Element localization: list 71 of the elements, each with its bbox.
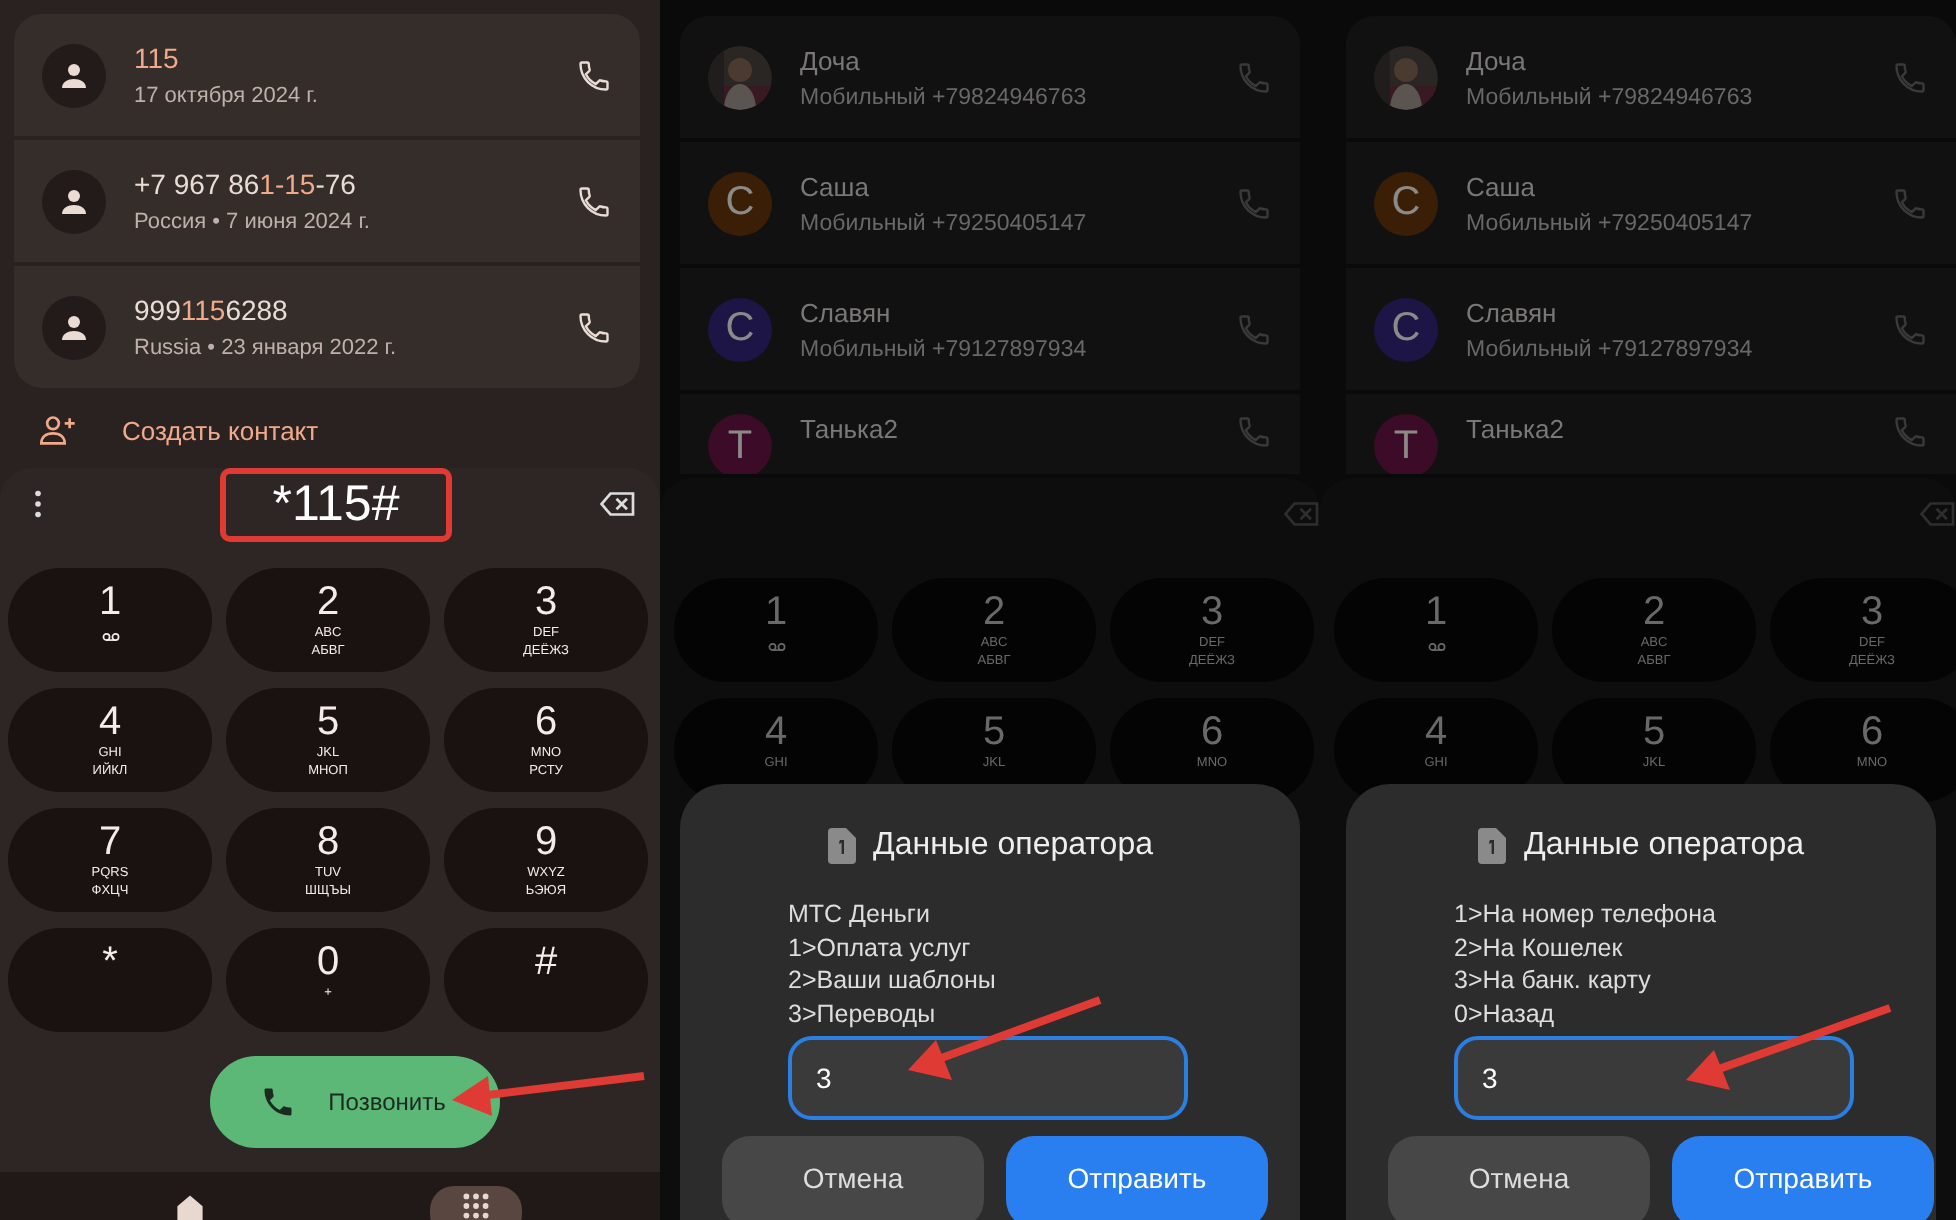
recent-call-card[interactable]: 9991156288 Russia • 23 января 2022 г. [14, 266, 640, 388]
contact-card[interactable]: Т Танька2 [680, 394, 1300, 474]
contact-number: Мобильный +79250405147 [800, 211, 1089, 235]
contact-name: Доча [1466, 45, 1528, 75]
dial-key[interactable]: * [8, 928, 212, 1032]
menu-line: 1>Оплата услуг [788, 931, 973, 965]
contact-avatar: С [1374, 297, 1438, 361]
contact-card[interactable]: Доча Мобильный +79824946763 [680, 16, 1300, 138]
recent-call-card[interactable]: +7 967 861-15-76 Россия • 7 июня 2024 г. [14, 140, 640, 262]
contact-name: Доча [800, 45, 862, 75]
menu-line: 2>На Кошелек [1454, 931, 1625, 965]
add-person-icon[interactable] [38, 410, 78, 450]
menu-line: 3>На банк. карту [1454, 964, 1653, 999]
create-contact-link[interactable]: Создать контакт [122, 415, 319, 445]
contact-name: Саша [1466, 171, 1537, 201]
call-details: 17 октября 2024 г. [134, 84, 320, 108]
menu-line: 2>Ваши шаблоны [788, 964, 998, 999]
reply-field[interactable]: 3 [788, 1035, 1188, 1120]
call-details: Россия • 7 июня 2024 г. [134, 210, 372, 234]
contact-avatar: С [708, 297, 772, 361]
menu-line: МТС Деньги [788, 898, 932, 932]
contact-card[interactable]: С Славян Мобильный +79127897934 [1346, 268, 1956, 390]
contact-number: Мобильный +79127897934 [800, 337, 1089, 361]
call-number: +7 967 861-15-76 [134, 168, 358, 200]
cancel-button[interactable]: Отмена [1388, 1135, 1650, 1220]
contact-number: Мобильный +79824946763 [800, 85, 1089, 109]
contact-card[interactable]: Т Танька2 [1346, 394, 1956, 474]
contact-avatar: Т [708, 414, 772, 474]
contact-name: Танька2 [800, 414, 900, 444]
more-icon[interactable] [34, 490, 42, 518]
dialed-number: *115# [272, 477, 400, 531]
avatar-icon [42, 43, 106, 107]
dial-key[interactable]: 1 [674, 578, 878, 682]
dial-key[interactable]: # [444, 928, 648, 1032]
sim-icon [827, 828, 855, 864]
call-details: Russia • 23 января 2022 г. [134, 336, 399, 360]
contact-avatar: С [708, 171, 772, 235]
menu-line: 1>На номер телефона [1454, 898, 1718, 932]
contact-name: Саша [800, 171, 871, 201]
dialog-title: Данные оператора [1524, 828, 1804, 864]
call-number: 115 [134, 42, 181, 74]
dialpad-icon [460, 1190, 492, 1220]
menu-line: 0>Назад [1454, 998, 1557, 1032]
contact-card[interactable]: С Славян Мобильный +79127897934 [680, 268, 1300, 390]
contact-name: Славян [1466, 297, 1559, 327]
contact-card[interactable]: С Саша Мобильный +79250405147 [680, 142, 1300, 264]
dialog-title: Данные оператора [873, 828, 1153, 864]
contact-card[interactable]: Доча Мобильный +79824946763 [1346, 16, 1956, 138]
cancel-button[interactable]: Отмена [722, 1135, 984, 1220]
contact-number: Мобильный +79127897934 [1466, 337, 1755, 361]
send-button[interactable]: Отправить [1006, 1135, 1268, 1220]
dial-key[interactable]: 1 [1334, 578, 1538, 682]
recent-call-card[interactable]: 115 17 октября 2024 г. [14, 14, 640, 136]
contact-number: Мобильный +79824946763 [1466, 85, 1755, 109]
sim-icon [1478, 828, 1506, 864]
reply-field[interactable]: 3 [1454, 1035, 1854, 1120]
home-icon [172, 1190, 208, 1220]
send-button[interactable]: Отправить [1672, 1135, 1934, 1220]
contact-avatar: С [1374, 171, 1438, 235]
menu-line: 3>Переводы [788, 998, 938, 1032]
phone-icon [260, 1084, 297, 1120]
call-button[interactable]: Позвонить [210, 1056, 500, 1148]
contact-name: Славян [800, 297, 893, 327]
call-number: 9991156288 [134, 294, 290, 326]
dial-key[interactable]: 1 [8, 568, 212, 672]
contact-number: Мобильный +79250405147 [1466, 211, 1755, 235]
avatar-icon [42, 169, 106, 233]
contact-name: Танька2 [1466, 414, 1566, 444]
contact-avatar: Т [1374, 414, 1438, 474]
avatar-icon [42, 295, 106, 359]
contact-card[interactable]: С Саша Мобильный +79250405147 [1346, 142, 1956, 264]
